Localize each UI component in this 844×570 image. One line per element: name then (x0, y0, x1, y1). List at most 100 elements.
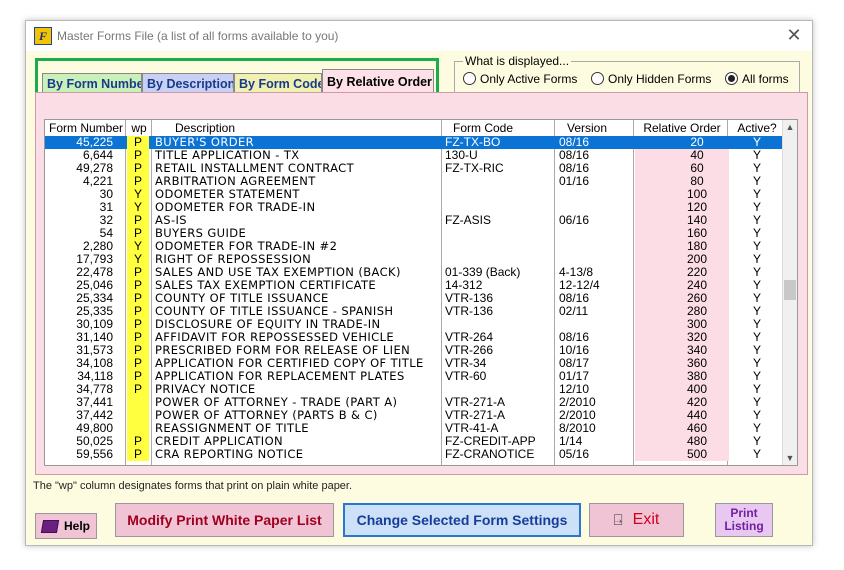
table-row[interactable]: 45,225 P BUYER'S ORDER FZ-TX-BO 08/16 20 Y (45, 136, 785, 149)
cell-form-number: 50,025 (76, 435, 113, 448)
cell-active: Y (752, 175, 761, 188)
scroll-down-icon[interactable]: ▼ (783, 451, 797, 465)
cell-active: Y (752, 396, 761, 409)
cell-relative-order: 20 (635, 136, 729, 149)
table-row[interactable]: 25,046 P SALES TAX EXEMPTION CERTIFICATE 14… (45, 279, 785, 292)
cell-wp: P (127, 383, 149, 396)
cell-form-number: 25,334 (76, 292, 113, 305)
cell-active: Y (752, 240, 761, 253)
cell-description: AFFIDAVIT FOR REPOSSESSED VEHICLE (155, 331, 395, 344)
scrollbar-thumb[interactable] (784, 280, 796, 300)
table-row[interactable]: 49,800 REASSIGNMENT OF TITLE VTR-41-A 8/201… (45, 422, 785, 435)
radio-label: All forms (742, 72, 789, 86)
table-row[interactable]: 49,278 P RETAIL INSTALLMENT CONTRACT FZ-TX-… (45, 162, 785, 175)
cell-wp (127, 409, 149, 422)
col-relative-order[interactable]: Relative Order (635, 121, 729, 135)
cell-form-number: 34,118 (77, 370, 113, 383)
title-bar: F Master Forms File (a list of all forms… (26, 21, 812, 51)
table-row[interactable]: 31 Y ODOMETER FOR TRADE-IN 120 Y (45, 201, 785, 214)
col-version[interactable]: Version (555, 121, 619, 135)
table-row[interactable]: 2,280 Y ODOMETER FOR TRADE-IN #2 180 Y (45, 240, 785, 253)
cell-active: Y (752, 331, 761, 344)
cell-wp: P (127, 435, 149, 448)
cell-form-code: VTR-41-A (445, 422, 499, 435)
cell-relative-order: 200 (635, 253, 729, 266)
table-row[interactable]: 59,556 P CRA REPORTING NOTICE FZ-CRANOTICE 0… (45, 448, 785, 461)
cell-wp: P (127, 227, 149, 240)
table-row[interactable]: 54 P BUYERS GUIDE 160 Y (45, 227, 785, 240)
grid-scrollbar[interactable]: ▲ ▼ (782, 120, 797, 465)
radio-all-forms[interactable]: All forms (725, 72, 789, 86)
tab-by-form-code[interactable]: By Form Code (234, 73, 322, 94)
help-button[interactable]: Help (35, 513, 97, 539)
cell-form-number: 17,793 (76, 253, 113, 266)
cell-form-code: FZ-ASIS (445, 214, 492, 227)
tab-by-relative-order[interactable]: By Relative Order (322, 69, 434, 94)
app-icon: F (34, 27, 52, 45)
col-form-code[interactable]: Form Code (445, 121, 521, 135)
table-row[interactable]: 25,334 P COUNTY OF TITLE ISSUANCE VTR-136 08… (45, 292, 785, 305)
cell-form-number: 37,442 (76, 409, 113, 422)
table-row[interactable]: 34,108 P APPLICATION FOR CERTIFIED COPY OF… (45, 357, 785, 370)
radio-only-hidden[interactable]: Only Hidden Forms (591, 72, 711, 86)
cell-description: PRESCRIBED FORM FOR RELEASE OF LIEN (155, 344, 411, 357)
cell-wp (127, 396, 149, 409)
cell-form-code: VTR-136 (445, 292, 494, 305)
table-row[interactable]: 37,442 POWER OF ATTORNEY (PARTS B & C) VTR… (45, 409, 785, 422)
table-row[interactable]: 30,109 P DISCLOSURE OF EQUITY IN TRADE-IN 3… (45, 318, 785, 331)
cell-form-code: FZ-CREDIT-APP (445, 435, 536, 448)
cell-wp: P (127, 136, 149, 149)
table-row[interactable]: 6,644 P TITLE APPLICATION - TX 130-U 08/16 40… (45, 149, 785, 162)
forms-grid[interactable]: Form Number wp Description Form Code Ver… (44, 119, 798, 466)
cell-description: RIGHT OF REPOSSESSION (155, 253, 312, 266)
cell-form-code (445, 253, 557, 266)
table-row[interactable]: 34,118 P APPLICATION FOR REPLACEMENT PLATE… (45, 370, 785, 383)
table-row[interactable]: 32 P AS-IS FZ-ASIS 06/16 140 Y (45, 214, 785, 227)
cell-active: Y (752, 448, 761, 461)
radio-only-active[interactable]: Only Active Forms (463, 72, 577, 86)
table-row[interactable]: 4,221 P ARBITRATION AGREEMENT 01/16 80 Y (45, 175, 785, 188)
col-description[interactable]: Description (155, 121, 255, 135)
radio-label: Only Hidden Forms (608, 72, 712, 86)
cell-description: COUNTY OF TITLE ISSUANCE - SPANISH (155, 305, 394, 318)
table-row[interactable]: 25,335 P COUNTY OF TITLE ISSUANCE - SPANIS… (45, 305, 785, 318)
cell-description: PRIVACY NOTICE (155, 383, 256, 396)
cell-wp: P (127, 305, 149, 318)
table-row[interactable]: 37,441 POWER OF ATTORNEY - TRADE (PART A)… (45, 396, 785, 409)
change-selected-form-settings-button[interactable]: Change Selected Form Settings (343, 503, 581, 537)
tab-by-description[interactable]: By Description (142, 73, 234, 94)
tab-by-form-number[interactable]: By Form Number (42, 73, 142, 94)
cell-description: ODOMETER STATEMENT (155, 188, 300, 201)
cell-version: 4-13/8 (559, 266, 594, 279)
exit-button[interactable]: ⍈ Exit (589, 503, 684, 537)
col-active[interactable]: Active? (729, 121, 785, 135)
table-row[interactable]: 50,025 P CREDIT APPLICATION FZ-CREDIT-APP 1/… (45, 435, 785, 448)
table-row[interactable]: 30 Y ODOMETER STATEMENT 100 Y (45, 188, 785, 201)
cell-active: Y (752, 266, 761, 279)
cell-form-number: 59,556 (76, 448, 113, 461)
close-icon[interactable]: ✕ (784, 25, 804, 46)
table-row[interactable]: 31,573 P PRESCRIBED FORM FOR RELEASE OF LI… (45, 344, 785, 357)
cell-form-number: 2,280 (82, 240, 113, 253)
table-row[interactable]: 34,778 P PRIVACY NOTICE 12/10 400 Y (45, 383, 785, 396)
cell-active: Y (752, 318, 761, 331)
modify-print-white-paper-button[interactable]: Modify Print White Paper List (115, 503, 334, 537)
print-listing-button[interactable]: Print Listing (715, 503, 773, 537)
col-wp[interactable]: wp (127, 121, 151, 135)
cell-form-code: 01-339 (Back) (445, 266, 521, 279)
cell-form-number: 31,140 (76, 331, 113, 344)
cell-version: 08/16 (559, 162, 590, 175)
help-label: Help (63, 519, 90, 533)
cell-active: Y (752, 279, 761, 292)
cell-active: Y (752, 188, 761, 201)
col-form-number[interactable]: Form Number (47, 121, 125, 135)
cell-relative-order: 360 (635, 357, 729, 370)
table-row[interactable]: 22,478 P SALES AND USE TAX EXEMPTION (BACK… (45, 266, 785, 279)
cell-relative-order: 180 (635, 240, 729, 253)
table-row[interactable]: 17,793 Y RIGHT OF REPOSSESSION 200 Y (45, 253, 785, 266)
scroll-up-icon[interactable]: ▲ (783, 120, 797, 134)
cell-form-code: VTR-266 (445, 344, 494, 357)
cell-relative-order: 40 (635, 149, 729, 162)
table-row[interactable]: 31,140 P AFFIDAVIT FOR REPOSSESSED VEHICLE… (45, 331, 785, 344)
cell-description: ODOMETER FOR TRADE-IN #2 (155, 240, 338, 253)
